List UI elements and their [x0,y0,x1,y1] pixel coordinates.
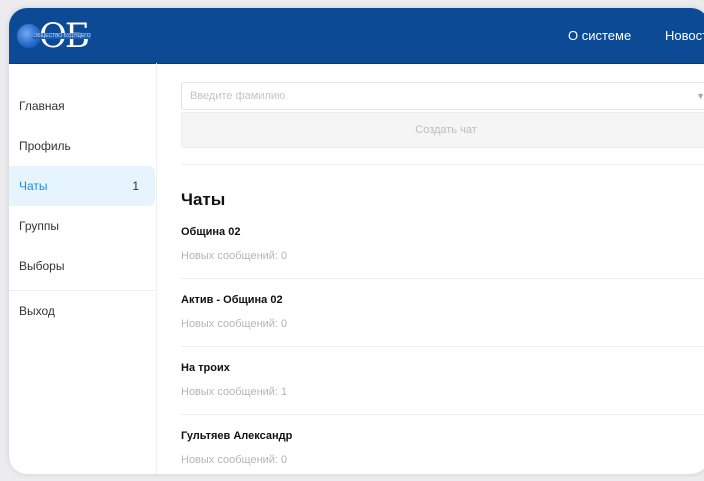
chevron-down-icon[interactable]: ▼ [696,91,704,101]
sidebar-item-profile[interactable]: Профиль [9,126,155,166]
nav-link-about[interactable]: О системе [568,28,631,43]
chat-list-item[interactable]: Община 02 Новых сообщений: 0 [181,224,704,292]
page-title: Чаты [181,190,226,209]
chat-unread-count: Новых сообщений: 0 [181,250,288,262]
nav-link-news[interactable]: Новости [665,28,704,43]
sidebar-item-label: Профиль [19,139,71,153]
chat-name: Община 02 [181,226,241,238]
sidebar-item-groups[interactable]: Группы [9,206,155,246]
chat-list-item[interactable]: Актив - Община 02 Новых сообщений: 0 [181,292,704,360]
chat-name: Гультяев Александр [181,430,293,442]
sidebar-border [156,63,157,474]
chat-divider [181,414,704,415]
chat-list-item[interactable]: На троих Новых сообщений: 1 [181,360,704,428]
sidebar-item-logout[interactable]: Выход [9,293,155,329]
chat-unread-count: Новых сообщений: 1 [181,386,288,398]
sidebar-item-elections[interactable]: Выборы [9,246,155,286]
chat-unread-count: Новых сообщений: 0 [181,454,288,466]
logo[interactable]: ОБ ОБЩЕСТВО БУДУЩЕГО [17,14,117,58]
sidebar-divider [9,290,155,291]
sidebar-item-label: Выборы [19,259,65,273]
sidebar-item-chats[interactable]: Чаты 1 [9,166,155,206]
chat-divider [181,278,704,279]
chat-name: На троих [181,362,230,374]
sidebar: Главная Профиль Чаты 1 Группы Выборы Вых… [9,86,155,329]
surname-search-input[interactable] [181,82,704,110]
chat-unread-count: Новых сообщений: 0 [181,318,288,330]
sidebar-item-label: Группы [19,219,59,233]
app-window: ОБ ОБЩЕСТВО БУДУЩЕГО О системе Новости Г… [9,8,704,474]
sidebar-item-label: Чаты [19,179,48,193]
chat-name: Актив - Община 02 [181,294,283,306]
top-navbar: ОБ ОБЩЕСТВО БУДУЩЕГО О системе Новости [9,8,704,64]
create-chat-button[interactable]: Создать чат [181,112,704,148]
sidebar-item-label: Главная [19,99,65,113]
logo-tagline: ОБЩЕСТВО БУДУЩЕГО [33,33,91,39]
chat-list: Община 02 Новых сообщений: 0 Актив - Общ… [181,224,704,474]
section-divider [181,164,704,165]
sidebar-item-label: Выход [19,304,55,318]
chat-divider [181,346,704,347]
chat-list-item[interactable]: Гультяев Александр Новых сообщений: 0 [181,428,704,474]
sidebar-item-home[interactable]: Главная [9,86,155,126]
unread-count-badge: 1 [132,179,139,193]
